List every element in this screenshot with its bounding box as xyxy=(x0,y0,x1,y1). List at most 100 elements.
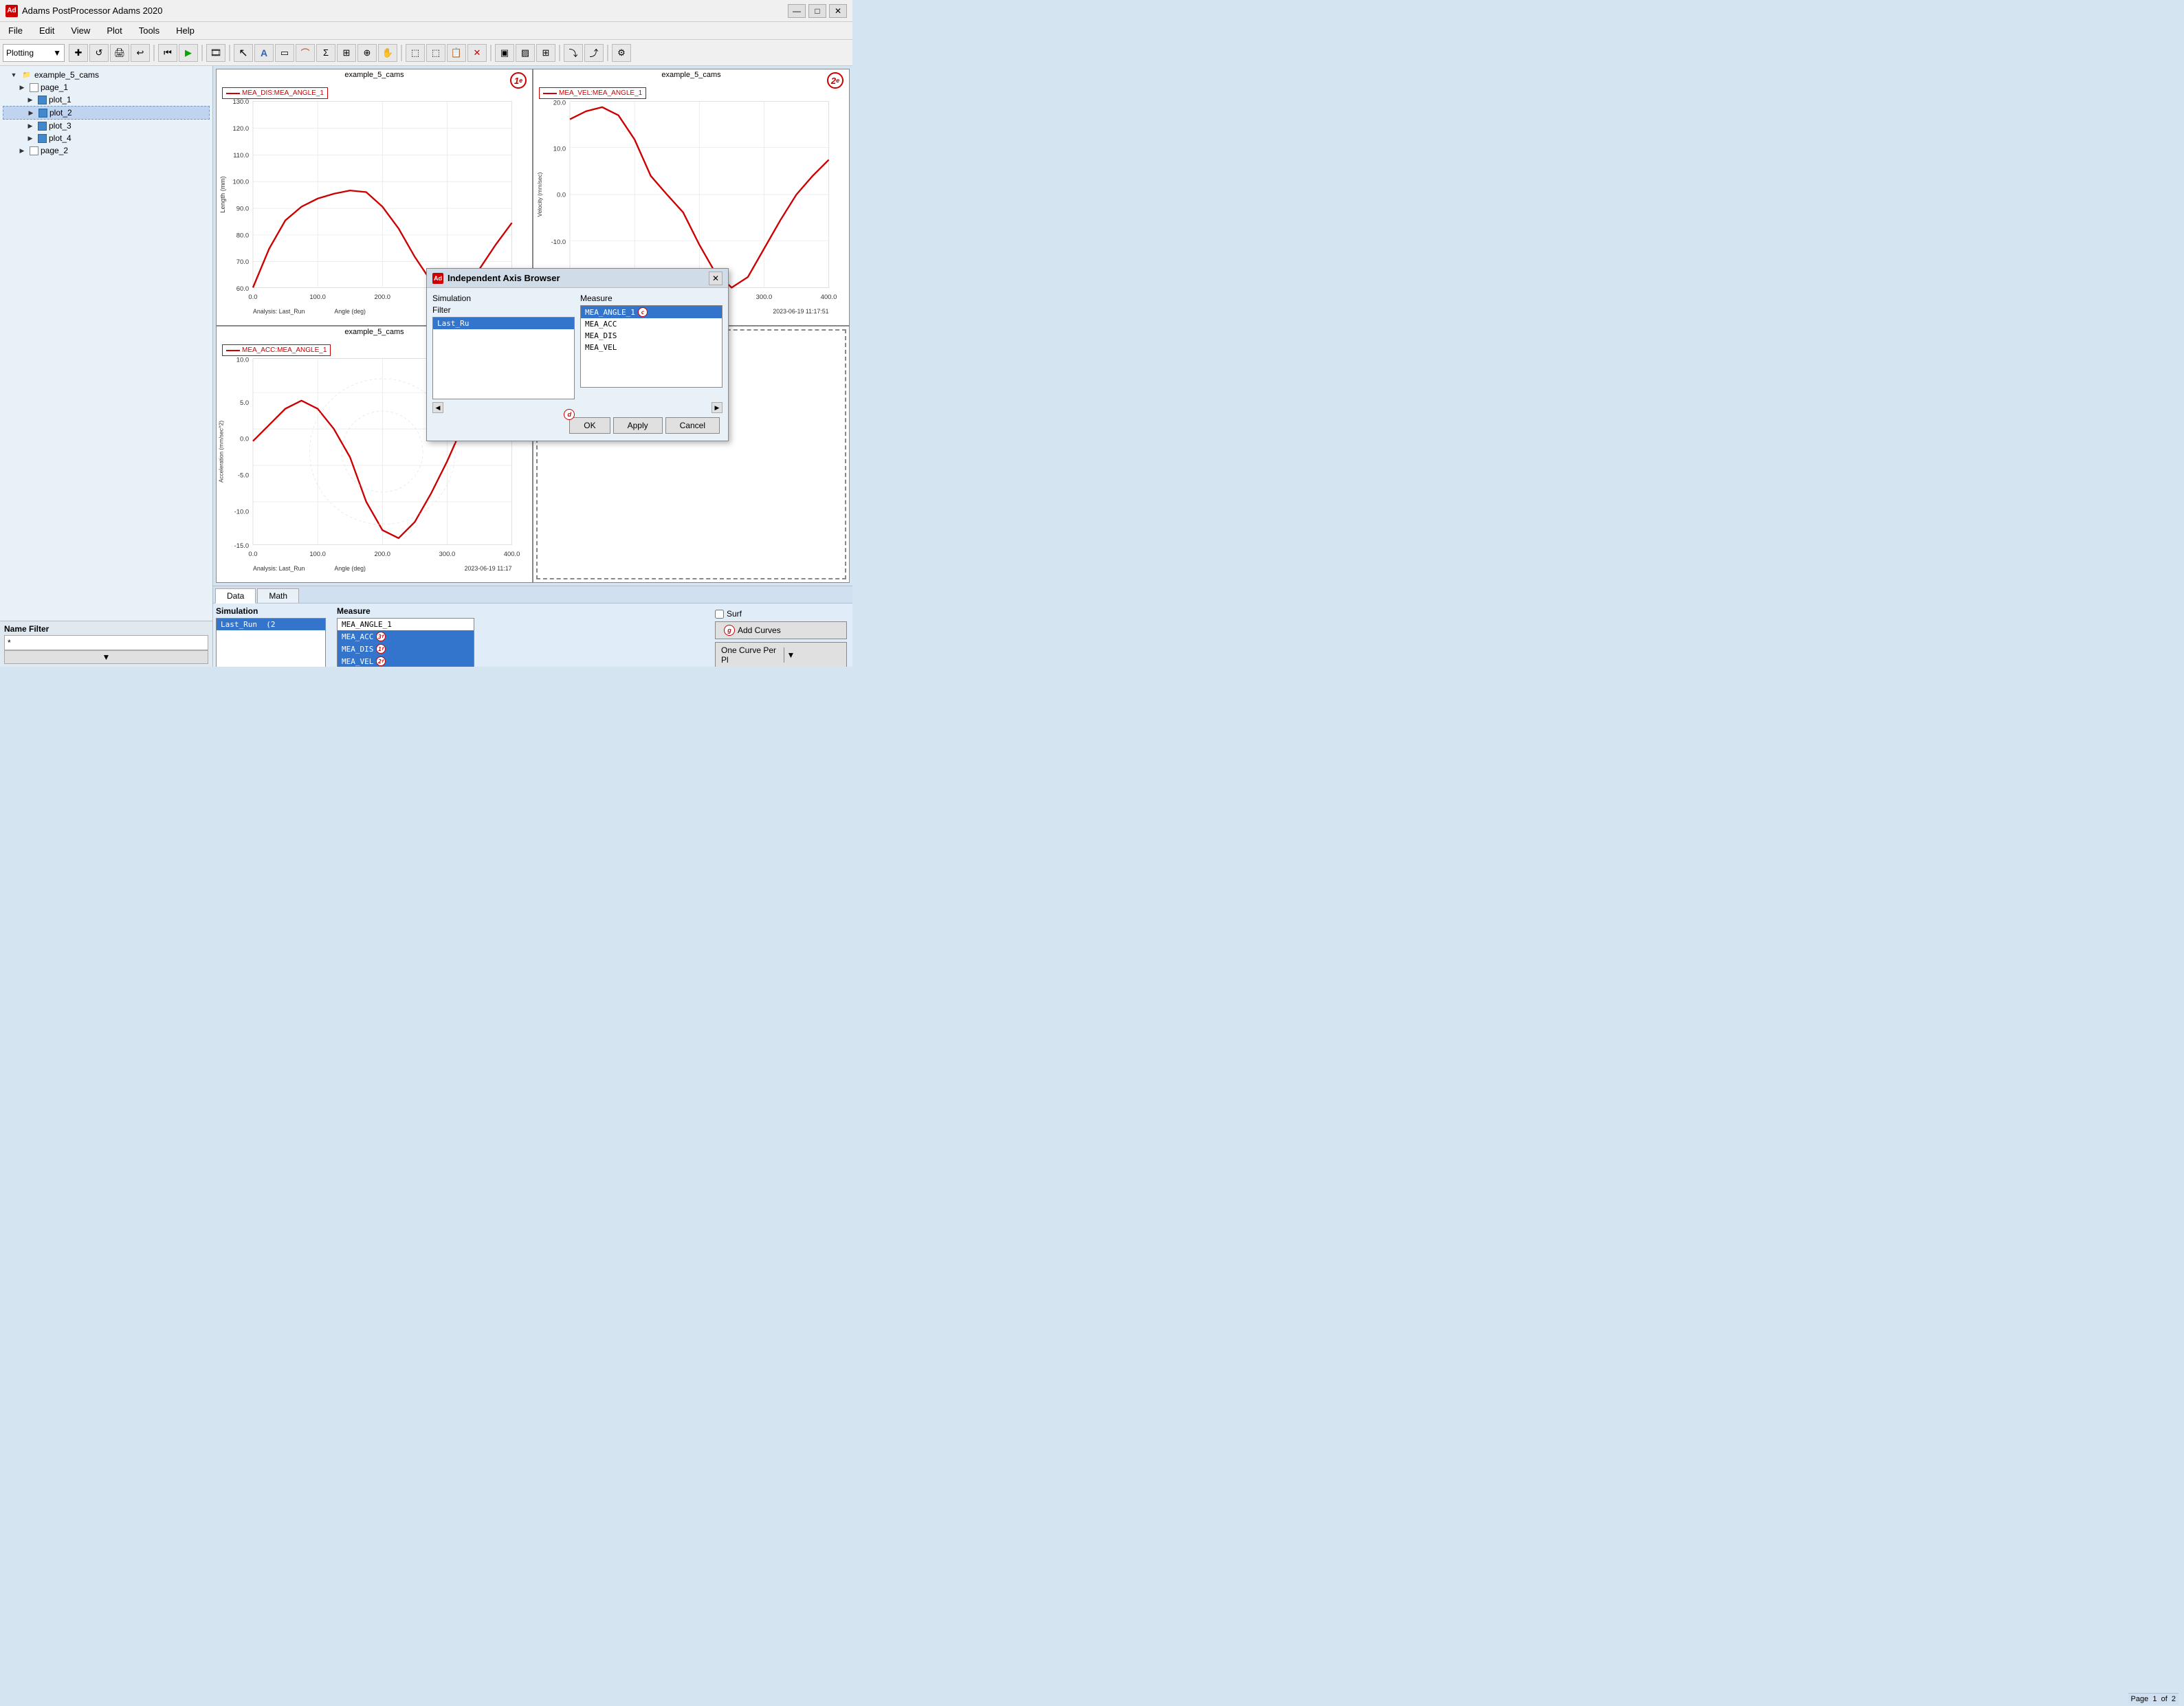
svg-text:Velocity (mm/sec): Velocity (mm/sec) xyxy=(537,172,543,217)
dialog-simulation-label: Simulation xyxy=(432,293,575,303)
dialog-meas-item-acc[interactable]: MEA_ACC xyxy=(581,318,722,330)
measure-item-vel[interactable]: MEA_VEL 2f xyxy=(338,655,474,667)
toolbar-text-btn[interactable]: A xyxy=(254,44,274,62)
dialog-meas-item-vel[interactable]: MEA_VEL xyxy=(581,342,722,353)
menu-help[interactable]: Help xyxy=(173,24,197,37)
toolbar-prev-btn[interactable]: ⏮ xyxy=(158,44,177,62)
name-filter-dropdown[interactable]: ▼ xyxy=(4,650,208,664)
dialog-buttons: d OK Apply Cancel xyxy=(432,413,723,435)
toolbar-sep-4 xyxy=(401,45,402,61)
minimize-button[interactable]: — xyxy=(788,4,806,18)
surf-checkbox[interactable] xyxy=(715,610,724,619)
dialog-sim-item-lastrun[interactable]: Last_Ru xyxy=(433,318,574,329)
tree-item-plot2[interactable]: ▶ plot_2 xyxy=(3,106,210,120)
svg-text:2023-06-19 11:17: 2023-06-19 11:17 xyxy=(465,565,512,572)
dialog-measure-list[interactable]: MEA_ANGLE_1 c MEA_ACC MEA_DIS MEA_VEL xyxy=(580,305,723,388)
toolbar-fit-btn[interactable]: ⬚ xyxy=(406,44,425,62)
simulation-label: Simulation xyxy=(216,606,326,616)
maximize-button[interactable]: □ xyxy=(808,4,826,18)
dialog-simulation-list[interactable]: Last_Ru xyxy=(432,317,575,399)
menu-plot[interactable]: Plot xyxy=(104,24,124,37)
dialog-meas-item-dis[interactable]: MEA_DIS xyxy=(581,330,722,342)
svg-text:-10.0: -10.0 xyxy=(234,508,249,516)
menu-view[interactable]: View xyxy=(68,24,93,37)
dialog-apply-button[interactable]: Apply xyxy=(613,417,663,434)
svg-text:Analysis: Last_Run: Analysis: Last_Run xyxy=(253,565,305,572)
dialog-cancel-button[interactable]: Cancel xyxy=(665,417,720,434)
add-curves-button[interactable]: g Add Curves xyxy=(715,621,847,639)
simulation-item-lastrun[interactable]: Last_Run (2 xyxy=(217,619,325,630)
svg-text:5.0: 5.0 xyxy=(240,399,249,406)
legend-line-1 xyxy=(226,93,240,94)
tree-item-plot1[interactable]: ▶ plot_1 xyxy=(3,93,210,106)
mode-dropdown[interactable]: Plotting ▼ xyxy=(3,44,65,62)
plot-number-1: 1e xyxy=(510,72,527,89)
left-panel: ▼ 📁 example_5_cams ▶ page_1 ▶ plot_1 ▶ p… xyxy=(0,66,213,667)
tab-data[interactable]: Data xyxy=(215,588,256,603)
toolbar-arrow2-btn[interactable]: ⤴ xyxy=(584,44,604,62)
tree-label-plot2: plot_2 xyxy=(49,108,72,118)
dialog-scroll-left[interactable]: ◀ xyxy=(432,402,443,413)
toolbar-undo-btn[interactable]: ↩ xyxy=(131,44,150,62)
toolbar-film-btn[interactable]: 🎞 xyxy=(206,44,225,62)
toolbar-layout1-btn[interactable]: ▣ xyxy=(495,44,514,62)
toolbar-crosshair-btn[interactable]: ⊕ xyxy=(357,44,377,62)
measure-item-angle[interactable]: MEA_ANGLE_1 xyxy=(338,619,474,630)
tree-item-root[interactable]: ▼ 📁 example_5_cams xyxy=(3,69,210,81)
toolbar-copy-btn[interactable]: 📋 xyxy=(447,44,466,62)
dialog-meas-item-angle[interactable]: MEA_ANGLE_1 c xyxy=(581,306,722,318)
toolbar-play-btn[interactable]: ▶ xyxy=(179,44,198,62)
toolbar-refresh-btn[interactable]: ↺ xyxy=(89,44,109,62)
toolbar-grid2-btn[interactable]: ⊞ xyxy=(536,44,555,62)
svg-text:400.0: 400.0 xyxy=(504,550,520,557)
simulation-list[interactable]: Last_Run (2 xyxy=(216,618,326,667)
dialog-ok-button[interactable]: OK xyxy=(569,417,610,434)
svg-text:0.0: 0.0 xyxy=(240,435,249,443)
toolbar-settings-btn[interactable]: ⚙ xyxy=(612,44,631,62)
toolbar-arrow-btn[interactable]: ⤵ xyxy=(564,44,583,62)
measure-item-dis[interactable]: MEA_DIS 1f xyxy=(338,643,474,655)
svg-text:300.0: 300.0 xyxy=(439,550,456,557)
page-icon-page1 xyxy=(30,83,38,92)
toolbar-rect-btn[interactable]: ▭ xyxy=(275,44,294,62)
toolbar-sep-5 xyxy=(490,45,492,61)
measure-list[interactable]: MEA_ANGLE_1 MEA_ACC 3f MEA_DIS 1f xyxy=(337,618,474,667)
svg-text:200.0: 200.0 xyxy=(374,550,390,557)
toolbar-layout2-btn[interactable]: ▨ xyxy=(516,44,535,62)
toolbar-add-btn[interactable]: ✚ xyxy=(69,44,88,62)
tree-item-plot4[interactable]: ▶ plot_4 xyxy=(3,132,210,144)
svg-text:Length (mm): Length (mm) xyxy=(219,176,226,212)
mode-dropdown-label: Plotting xyxy=(6,48,34,58)
menu-tools[interactable]: Tools xyxy=(136,24,162,37)
tree-item-page1[interactable]: ▶ page_1 xyxy=(3,81,210,93)
svg-text:Angle (deg): Angle (deg) xyxy=(334,565,366,572)
menu-edit[interactable]: Edit xyxy=(36,24,57,37)
toolbar-del-btn[interactable]: ✕ xyxy=(467,44,487,62)
legend-line-3 xyxy=(226,350,240,351)
close-button[interactable]: ✕ xyxy=(829,4,847,18)
toolbar-sigma-btn[interactable]: Σ xyxy=(316,44,335,62)
tab-math[interactable]: Math xyxy=(257,588,299,603)
menu-bar: File Edit View Plot Tools Help xyxy=(0,22,852,40)
one-curve-dropdown[interactable]: One Curve Per Pl ▼ xyxy=(715,642,847,667)
toolbar-grid-btn[interactable]: ⊞ xyxy=(337,44,356,62)
toolbar-fit2-btn[interactable]: ⬚ xyxy=(426,44,445,62)
svg-text:Analysis: Last_Run: Analysis: Last_Run xyxy=(253,308,305,315)
tree-item-page2[interactable]: ▶ page_2 xyxy=(3,144,210,157)
name-filter-input[interactable] xyxy=(4,635,208,650)
tree-item-plot3[interactable]: ▶ plot_3 xyxy=(3,120,210,132)
dialog-scroll-right[interactable]: ▶ xyxy=(712,402,723,413)
svg-text:100.0: 100.0 xyxy=(309,550,326,557)
tree-label-plot3: plot_3 xyxy=(49,121,71,131)
measure-item-acc[interactable]: MEA_ACC 3f xyxy=(338,630,474,643)
toolbar-cursor-btn[interactable]: ↖ xyxy=(234,44,253,62)
menu-file[interactable]: File xyxy=(5,24,25,37)
toolbar-curve-btn[interactable]: ⌒ xyxy=(296,44,315,62)
legend-line-2 xyxy=(543,93,557,94)
expand-icon-plot2: ▶ xyxy=(25,107,36,118)
toolbar-hand-btn[interactable]: ✋ xyxy=(378,44,397,62)
toolbar-print-btn[interactable]: 🖨 xyxy=(110,44,129,62)
svg-text:Acceleration (mm/sec^2): Acceleration (mm/sec^2) xyxy=(218,421,224,483)
measure-section: Measure MEA_ANGLE_1 MEA_ACC 3f MEA_DIS xyxy=(337,606,474,667)
dialog-close-button[interactable]: ✕ xyxy=(709,272,723,285)
